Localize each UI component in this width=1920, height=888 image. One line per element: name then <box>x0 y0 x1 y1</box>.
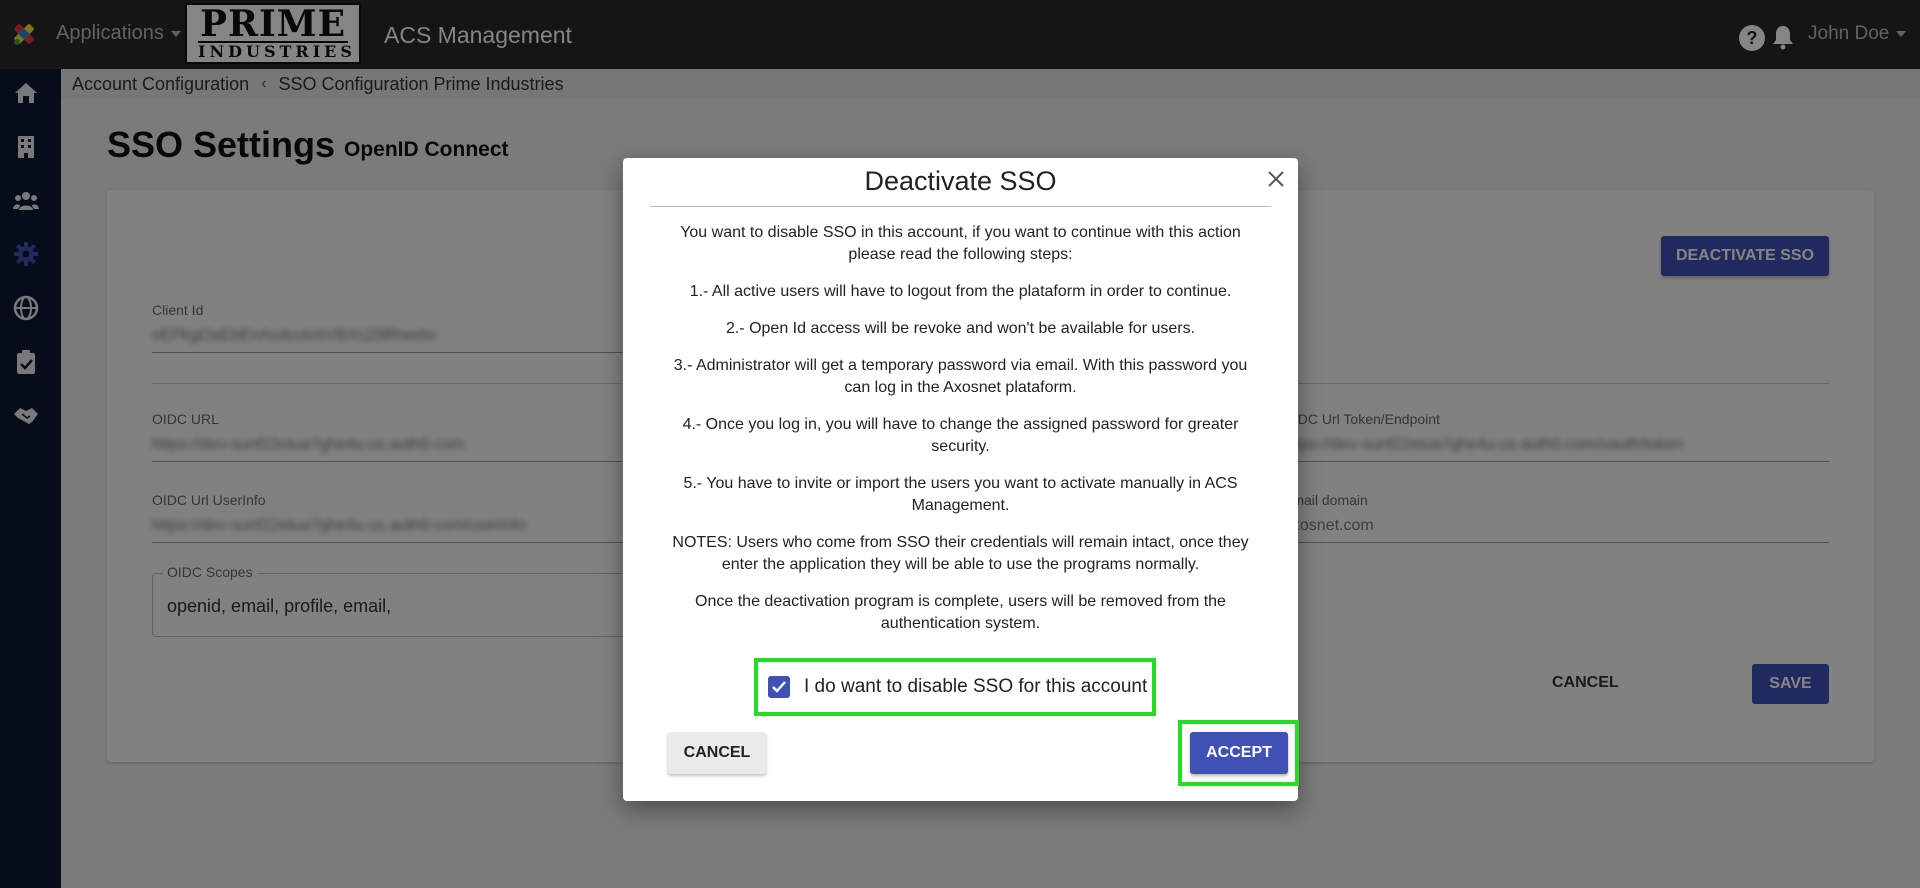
dialog-step-3: 3.- Administrator will get a temporary p… <box>673 357 1248 396</box>
dialog-divider <box>650 206 1271 207</box>
dialog-title: Deactivate SSO <box>864 166 1057 196</box>
dialog-body: You want to disable SSO in this account,… <box>663 222 1258 650</box>
checkmark-icon <box>772 681 786 693</box>
dialog-step-1: 1.- All active users will have to logout… <box>689 283 1232 300</box>
dialog-step-2: 2.- Open Id access will be revoke and wo… <box>725 320 1196 337</box>
dialog-accept-button[interactable]: ACCEPT <box>1190 732 1288 774</box>
deactivate-sso-dialog: Deactivate SSO You want to disable SSO i… <box>623 158 1299 801</box>
dialog-step-4: 4.- Once you log in, you will have to ch… <box>682 416 1239 455</box>
confirm-disable-highlight: I do want to disable SSO for this accoun… <box>754 658 1156 716</box>
dialog-step-5: 5.- You have to invite or import the use… <box>683 475 1238 514</box>
confirm-disable-label[interactable]: I do want to disable SSO for this accoun… <box>804 676 1147 698</box>
dialog-cancel-button[interactable]: CANCEL <box>668 732 766 774</box>
close-icon[interactable] <box>1265 168 1287 190</box>
dialog-notes: NOTES: Users who come from SSO their cre… <box>672 534 1249 573</box>
dialog-intro: You want to disable SSO in this account,… <box>680 224 1241 263</box>
confirm-disable-checkbox[interactable] <box>768 676 790 698</box>
dialog-closing: Once the deactivation program is complet… <box>695 593 1226 632</box>
